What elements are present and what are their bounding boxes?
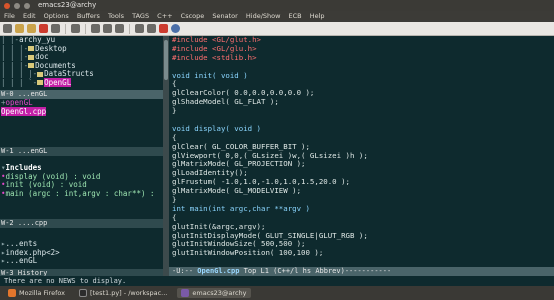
code-editor[interactable]: #include <GL/glut.h> #include <GL/glu.h>…: [169, 36, 554, 267]
folder-icon: [28, 63, 35, 68]
taskbar-firefox[interactable]: Mozilla Firefox: [4, 288, 69, 298]
scrollbar-thumb[interactable]: [164, 40, 168, 80]
code-line: glShadeModel( GL_FLAT );: [172, 97, 279, 107]
taskbar-label: emacs23@archy: [192, 289, 247, 297]
paste-icon[interactable]: [115, 24, 124, 33]
code-line: #include <stdlib.h>: [172, 52, 257, 62]
terminal-icon: [78, 289, 87, 297]
modeline-prefix: -U:--: [172, 267, 194, 275]
source-item-selected[interactable]: OpenGl.cpp: [1, 106, 163, 117]
taskbar-label: [test1.py] - /workspac...: [89, 289, 168, 297]
folder-icon: [28, 54, 35, 60]
method-item[interactable]: •main (argc : int,argv : char**) :: [1, 189, 163, 199]
methods-pane: ▾Includes •display (void) : void •init (…: [0, 164, 163, 218]
info-icon[interactable]: [171, 24, 180, 33]
close-icon[interactable]: [39, 24, 48, 33]
tree-item-selected[interactable]: | | | `- OpenGL: [1, 77, 163, 88]
sources-modeline: W-1 ...enGL: [0, 147, 163, 156]
toolbar: [0, 22, 554, 36]
print-icon[interactable]: [147, 24, 156, 33]
history-pane: ▸...ents ▸index.php<2> ▸...enGL: [0, 240, 163, 270]
taskbar-terminal[interactable]: [test1.py] - /workspac...: [75, 288, 171, 298]
save-icon[interactable]: [51, 24, 60, 33]
menu-ecb[interactable]: ECB: [289, 12, 302, 20]
maximize-window-icon[interactable]: [24, 2, 30, 9]
menu-buffers[interactable]: Buffers: [77, 12, 100, 20]
minimize-window-icon[interactable]: [14, 2, 20, 9]
menu-bar: File Edit Options Buffers Tools TAGS C++…: [0, 11, 554, 22]
folder-icon: [37, 71, 44, 77]
toolbar-separator: [85, 23, 86, 34]
code-line: glutInitWindowPosition( 100,100 );: [172, 248, 324, 258]
sources-pane: +openGL OpenGl.cpp: [0, 99, 163, 147]
code-line: int main(int argc,char **argv ): [172, 203, 310, 213]
copy-icon[interactable]: [103, 24, 112, 33]
code-line: glMatrixMode( GL_MODELVIEW );: [172, 186, 302, 196]
firefox-icon: [8, 289, 16, 297]
menu-edit[interactable]: Edit: [23, 12, 36, 20]
menu-cpp[interactable]: C++: [157, 12, 172, 20]
modeline-status: Top L1 (C++/l hs Abbrev)-----------: [243, 267, 392, 275]
close-window-icon[interactable]: [4, 2, 10, 9]
menu-hideshow[interactable]: Hide/Show: [246, 12, 281, 20]
folder-icon: [37, 80, 44, 85]
search-icon[interactable]: [135, 24, 144, 33]
code-line: void display( void ): [172, 123, 261, 133]
cut-icon[interactable]: [91, 24, 100, 33]
code-line: void init( void ): [172, 70, 248, 80]
echo-area[interactable]: There are no NEWS to display.: [0, 276, 554, 286]
open-folder-icon[interactable]: [15, 24, 24, 33]
code-line: }: [172, 106, 177, 116]
history-item[interactable]: ▸...enGL: [1, 256, 163, 266]
methods-modeline: W-2 ....cpp: [0, 219, 163, 228]
taskbar-label: Mozilla Firefox: [19, 289, 65, 297]
menu-file[interactable]: File: [4, 12, 15, 20]
menu-help[interactable]: Help: [310, 12, 325, 20]
new-file-icon[interactable]: [3, 24, 12, 33]
menu-options[interactable]: Options: [44, 12, 69, 20]
menu-tags[interactable]: TAGS: [132, 12, 149, 20]
taskbar: Mozilla Firefox [test1.py] - /workspac..…: [0, 286, 554, 300]
editor-modeline: -U:-- OpenGl.cpp Top L1 (C++/l hs Abbrev…: [169, 267, 554, 276]
emacs-icon: [181, 289, 190, 297]
ecb-panel: | |-archy_yu | | |- Desktop | | |- doc | |…: [0, 36, 163, 278]
folder-icon: [28, 46, 35, 51]
modeline-buffer-name[interactable]: OpenGl.cpp: [197, 267, 239, 275]
toolbar-separator: [65, 23, 66, 34]
directories-modeline: W-0 ...enGL: [0, 90, 163, 99]
window-titlebar: emacs23@archy: [0, 0, 554, 11]
menu-senator[interactable]: Senator: [212, 12, 237, 20]
menu-tools[interactable]: Tools: [108, 12, 124, 20]
undo-icon[interactable]: [71, 24, 80, 33]
cancel-icon[interactable]: [159, 24, 168, 33]
directories-pane: | |-archy_yu | | |- Desktop | | |- doc | |…: [0, 36, 163, 90]
toolbar-separator: [129, 23, 130, 34]
menu-cscope[interactable]: Cscope: [181, 12, 205, 20]
window-title: emacs23@archy: [38, 1, 97, 9]
open-dir-icon[interactable]: [27, 24, 36, 33]
taskbar-emacs[interactable]: emacs23@archy: [177, 288, 251, 298]
